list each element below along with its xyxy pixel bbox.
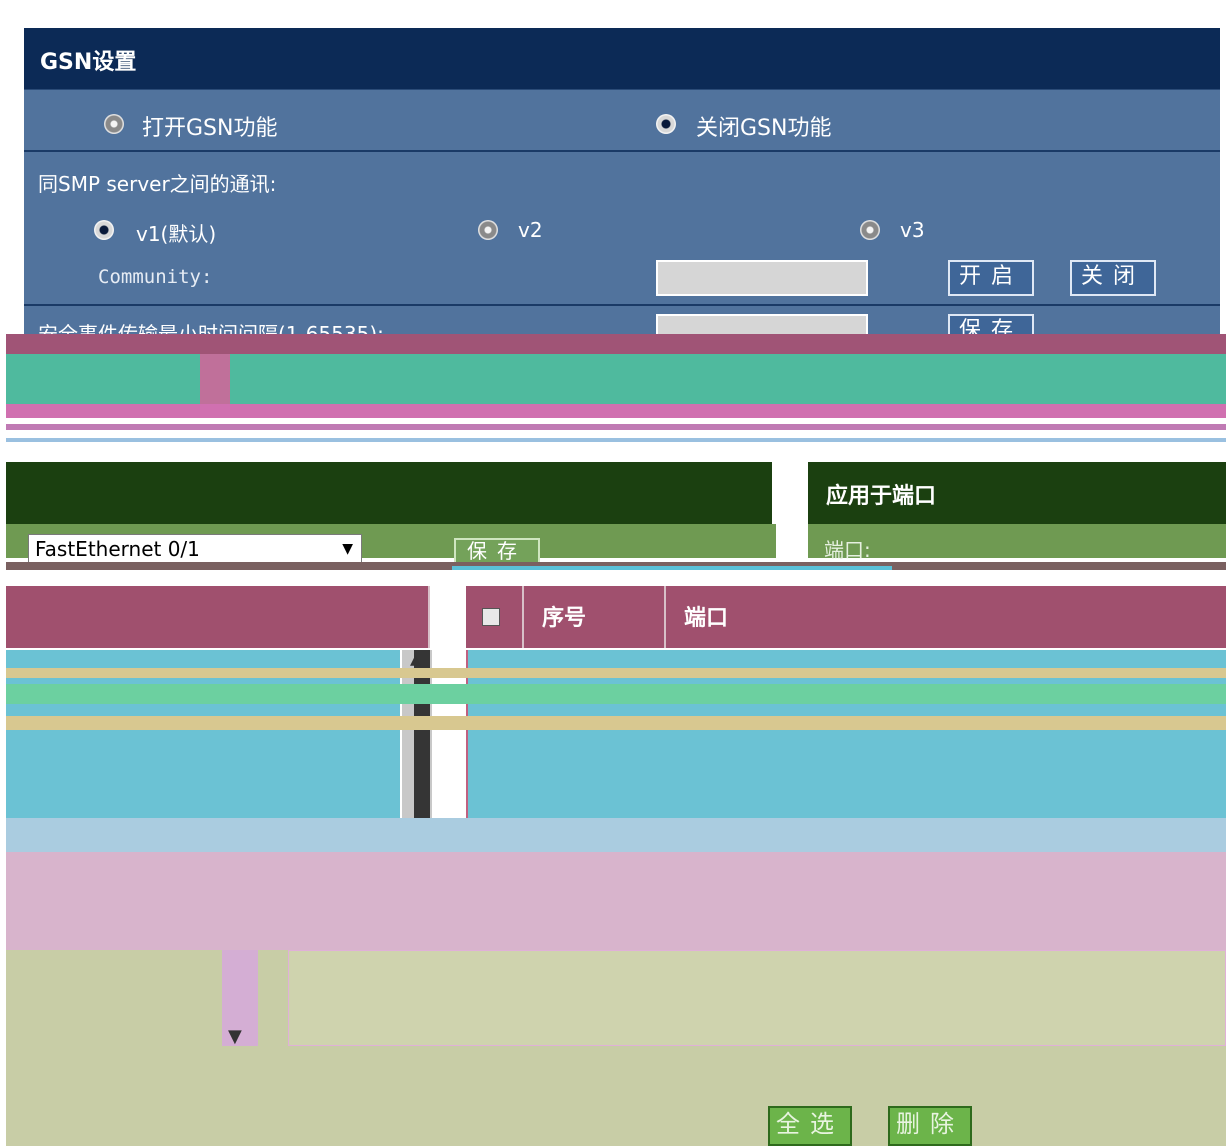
gsn-disable-radio[interactable] — [656, 114, 676, 134]
glitch-band — [6, 818, 1226, 852]
glitch-band — [200, 354, 230, 404]
community-label: Community: — [98, 266, 213, 288]
glitch-band — [6, 684, 1226, 704]
community-input[interactable] — [656, 260, 868, 296]
glitch-band — [6, 424, 1226, 430]
v3-label: v3 — [900, 218, 925, 242]
glitch-band — [6, 668, 1226, 678]
column-divider — [522, 586, 524, 648]
scroll-up-icon[interactable]: ▲ — [410, 652, 421, 668]
apply-port-header: 应用于端口 — [808, 462, 1226, 524]
glitch-band — [288, 950, 1226, 1046]
glitch-band — [6, 852, 1226, 950]
scroll-down-icon[interactable]: ▼ — [228, 1026, 242, 1047]
gsn-header: GSN设置 — [24, 28, 1220, 90]
port-label: 端口: — [824, 538, 871, 562]
column-divider — [664, 586, 666, 648]
port-dropdown[interactable]: FastEthernet 0/1 ▼ — [28, 534, 362, 564]
v2-label: v2 — [518, 218, 543, 242]
close-button[interactable]: 关闭 — [1070, 260, 1156, 296]
glitch-band — [6, 570, 1226, 586]
glitch-band — [6, 438, 1226, 442]
divider — [24, 150, 1220, 152]
gsn-enable-radio[interactable] — [104, 114, 124, 134]
column-header-port: 端口 — [684, 606, 729, 631]
divider — [24, 304, 1220, 306]
v2-radio[interactable] — [478, 220, 498, 240]
v3-radio[interactable] — [860, 220, 880, 240]
glitch-band — [6, 404, 1226, 418]
port-select-header — [6, 462, 772, 524]
column-header-index: 序号 — [542, 606, 587, 631]
selected-ports-header: 序号 端口 — [466, 586, 1226, 648]
glitch-band — [452, 566, 892, 570]
apply-port-body: 端口: — [808, 524, 1226, 562]
delete-button[interactable]: 删除 — [888, 1106, 972, 1146]
panel-title: GSN设置 — [40, 50, 137, 75]
glitch-band — [6, 354, 1226, 404]
v1-radio[interactable] — [94, 220, 114, 240]
available-ports-header — [6, 586, 430, 648]
port-dropdown-value: FastEthernet 0/1 — [35, 537, 200, 561]
gsn-settings-panel: GSN设置 打开GSN功能 关闭GSN功能 同SMP server之间的通讯: … — [24, 28, 1220, 346]
open-button[interactable]: 开启 — [948, 260, 1034, 296]
glitch-band — [6, 716, 1226, 730]
smp-comm-label: 同SMP server之间的通讯: — [38, 172, 277, 196]
glitch-band — [6, 334, 1226, 354]
select-all-button[interactable]: 全选 — [768, 1106, 852, 1146]
gsn-disable-label: 关闭GSN功能 — [696, 116, 832, 141]
select-all-checkbox[interactable] — [482, 608, 500, 626]
port-save-button[interactable]: 保存 — [454, 538, 540, 564]
gsn-enable-label: 打开GSN功能 — [142, 116, 278, 141]
v1-label: v1(默认) — [136, 222, 217, 246]
chevron-down-icon: ▼ — [342, 541, 353, 557]
apply-port-title: 应用于端口 — [826, 484, 937, 509]
